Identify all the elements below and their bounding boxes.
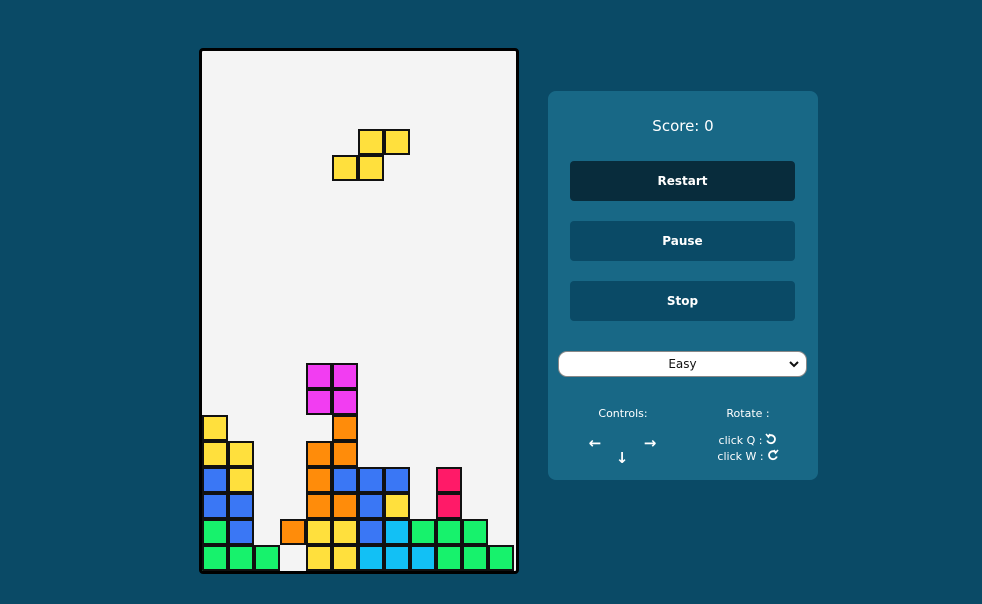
board-block [358,467,384,493]
board-block [384,545,410,571]
board-block [306,493,332,519]
board-block [410,519,436,545]
board-block [358,545,384,571]
board-block [436,493,462,519]
control-panel: Score: 0 Restart Pause Stop Easy Control… [548,91,818,480]
restart-button[interactable]: Restart [570,161,795,201]
board-block [306,519,332,545]
board-block [332,493,358,519]
difficulty-select[interactable]: Easy [558,351,807,377]
board-block [202,441,228,467]
board-block [436,467,462,493]
board-block [228,493,254,519]
board-block [228,467,254,493]
board-block [332,389,358,415]
board-block [306,441,332,467]
board-block [306,545,332,571]
board-block [202,519,228,545]
score-display: Score: 0 [652,117,714,135]
board-block [306,467,332,493]
board-block [384,519,410,545]
board-block [202,467,228,493]
board-block [332,519,358,545]
game-board [199,48,519,574]
board-block [410,545,436,571]
board-block [332,441,358,467]
falling-piece-block [384,129,410,155]
board-block [358,493,384,519]
board-block [332,415,358,441]
falling-piece-block [332,155,358,181]
board-block [488,545,514,571]
board-block [306,389,332,415]
board-block [280,519,306,545]
pause-button[interactable]: Pause [570,221,795,261]
right-arrow-icon: → [643,434,657,452]
board-block [384,493,410,519]
rotate-ccw-icon [765,433,777,448]
rotate-w-text: click W : [717,450,764,463]
board-block [228,519,254,545]
board-block [436,545,462,571]
rotate-w-hint: click W : [708,449,788,464]
board-block [228,441,254,467]
board-block [332,363,358,389]
stop-button[interactable]: Stop [570,281,795,321]
rotate-cw-icon [767,449,779,464]
board-block [462,519,488,545]
board-block [332,545,358,571]
board-block [254,545,280,571]
down-arrow-icon: ↓ [615,449,629,467]
board-block [202,493,228,519]
board-block [384,467,410,493]
board-block [436,519,462,545]
rotate-q-hint: click Q : [708,433,788,448]
controls-label: Controls: [598,407,648,420]
board-block [202,415,228,441]
difficulty-selected-value: Easy [668,357,697,371]
rotate-label: Rotate : [726,407,770,420]
board-block [228,545,254,571]
falling-piece-block [358,155,384,181]
left-arrow-icon: ← [588,434,602,452]
falling-piece-block [358,129,384,155]
chevron-down-icon [788,357,800,371]
board-block [462,545,488,571]
board-block [202,545,228,571]
rotate-q-text: click Q : [718,434,763,447]
board-block [358,519,384,545]
board-block [332,467,358,493]
board-block [306,363,332,389]
